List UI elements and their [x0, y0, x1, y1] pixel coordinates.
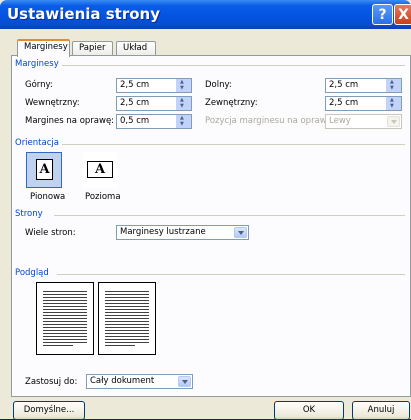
inner-margin-spinner[interactable]: 2,5 cm ▲ ▼ — [116, 96, 192, 111]
margins-group-label: Marginesy — [15, 59, 59, 69]
top-margin-spinner[interactable]: 2,5 cm ▲ ▼ — [116, 78, 192, 93]
bottom-margin-value: 2,5 cm — [329, 80, 359, 90]
preview-page-right — [98, 282, 156, 355]
preview-group-divider — [57, 274, 405, 275]
preview-page-left — [36, 282, 94, 355]
tab-margins[interactable]: Marginesy — [17, 39, 70, 57]
gutter-position-dropdown-icon — [387, 116, 400, 127]
landscape-page-icon: A — [87, 161, 113, 178]
bottom-margin-spinner[interactable]: 2,5 cm ▲ ▼ — [325, 78, 402, 93]
orientation-group-divider — [62, 144, 405, 145]
top-margin-value: 2,5 cm — [120, 80, 150, 90]
tab-layout[interactable]: Układ — [116, 41, 156, 56]
outer-margin-label: Zewnętrzny: — [205, 98, 258, 108]
apply-to-select[interactable]: Cały dokument — [86, 374, 193, 389]
multiple-pages-value: Marginesy lustrzane — [120, 227, 206, 237]
tab-paper[interactable]: Papier — [72, 41, 113, 56]
chevron-down-icon[interactable] — [234, 227, 247, 238]
gutter-label: Margines na oprawę: — [25, 116, 115, 126]
apply-to-value: Cały dokument — [90, 376, 155, 386]
orientation-group-label: Orientacja — [15, 138, 59, 148]
portrait-label: Pionowa — [30, 192, 66, 202]
ok-button[interactable]: OK — [274, 401, 344, 420]
apply-to-label: Zastosuj do: — [25, 377, 78, 387]
landscape-label: Pozioma — [85, 192, 121, 202]
multiple-pages-select[interactable]: Marginesy lustrzane — [116, 225, 249, 240]
dialog-body: Marginesy Papier Układ Marginesy Górny: … — [3, 29, 411, 420]
top-margin-label: Górny: — [25, 80, 53, 90]
portrait-orientation-button[interactable]: A — [26, 152, 62, 188]
preview-group-label: Podgląd — [15, 268, 49, 278]
close-button[interactable]: X — [394, 4, 411, 25]
inner-margin-label: Wewnętrzny: — [25, 98, 80, 108]
pages-group-label: Strony — [15, 209, 43, 219]
landscape-orientation-button[interactable]: A — [82, 152, 118, 188]
gutter-spinner[interactable]: 0,5 cm ▲ ▼ — [116, 114, 192, 129]
margins-tab-panel: Marginesy Górny: 2,5 cm ▲ ▼ Dolny: 2,5 cm… — [11, 55, 411, 397]
portrait-page-icon: A — [36, 159, 53, 180]
bottom-margin-spin-buttons[interactable]: ▲ ▼ — [385, 79, 401, 92]
outer-margin-spinner[interactable]: 2,5 cm ▲ ▼ — [325, 96, 402, 111]
outer-margin-value: 2,5 cm — [329, 98, 359, 108]
gutter-position-select: Lewy — [325, 114, 402, 129]
gutter-position-label: Pozycja marginesu na oprawę: — [205, 116, 335, 126]
bottom-margin-label: Dolny: — [205, 80, 232, 90]
multiple-pages-label: Wiele stron: — [25, 228, 76, 238]
chevron-down-icon[interactable] — [178, 376, 191, 387]
outer-margin-spin-buttons[interactable]: ▲ ▼ — [385, 97, 401, 110]
gutter-position-value: Lewy — [329, 116, 351, 126]
help-button[interactable]: ? — [372, 4, 393, 25]
inner-margin-value: 2,5 cm — [120, 98, 150, 108]
pages-group-divider — [54, 215, 405, 216]
inner-margin-spin-buttons[interactable]: ▲ ▼ — [175, 97, 191, 110]
default-button[interactable]: Domyślne... — [13, 401, 85, 420]
page-setup-dialog: Ustawienia strony ? X Marginesy Papier U… — [0, 0, 411, 420]
gutter-value: 0,5 cm — [120, 116, 150, 126]
title-bar[interactable]: Ustawienia strony ? X — [0, 0, 411, 29]
margins-group-divider — [62, 65, 405, 66]
top-margin-spin-buttons[interactable]: ▲ ▼ — [175, 79, 191, 92]
dialog-title: Ustawienia strony — [7, 5, 160, 23]
cancel-button[interactable]: Anuluj — [352, 401, 410, 420]
gutter-spin-buttons[interactable]: ▲ ▼ — [175, 115, 191, 128]
